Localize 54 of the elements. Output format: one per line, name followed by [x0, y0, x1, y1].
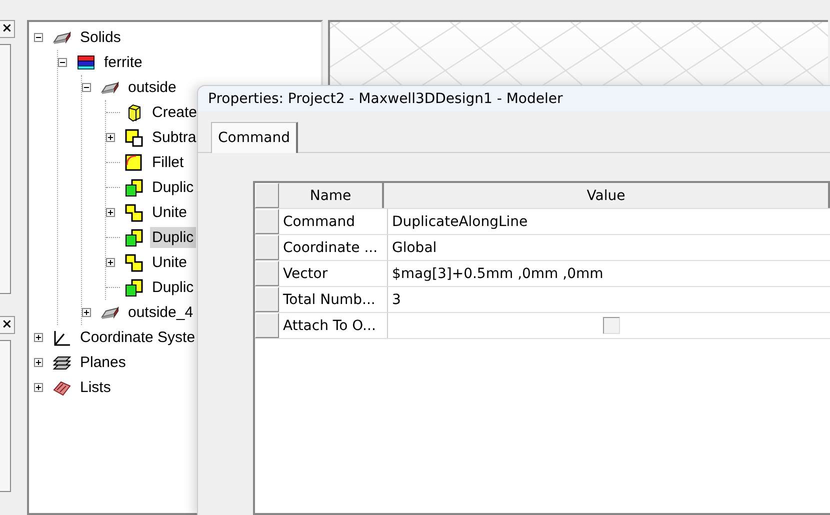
duplicate-icon — [124, 178, 144, 198]
fillet-icon — [124, 152, 144, 172]
table-cell: Coordinate ... — [279, 235, 388, 260]
checkbox[interactable] — [602, 317, 620, 334]
tree-item[interactable]: Solids — [78, 27, 123, 48]
close-button[interactable]: × — [0, 20, 15, 38]
tab[interactable]: Command — [211, 122, 298, 153]
table-cell: Total Numb... — [279, 287, 388, 312]
tree-item[interactable]: Fillet — [150, 152, 186, 173]
tree-item[interactable]: Lists — [78, 377, 113, 398]
table-cell-text: $mag[3]+0.5mm ,0mm ,0mm — [391, 264, 604, 284]
tree-item[interactable]: Planes — [78, 352, 128, 373]
expand-icon[interactable] — [106, 258, 115, 267]
expand-icon[interactable] — [34, 358, 43, 367]
table-cell: Vector — [279, 261, 388, 286]
column-header[interactable]: Name — [279, 183, 384, 208]
tree-item[interactable]: outside_4 — [126, 302, 196, 323]
row-header[interactable] — [255, 313, 279, 338]
table-cell: Attach To O... — [279, 313, 388, 338]
tree-item[interactable]: Duplic — [150, 177, 196, 198]
dialog-title: Properties: Project2 - Maxwell3DDesign1 - Modeler — [198, 86, 830, 111]
tree-item[interactable]: Create — [150, 102, 200, 123]
tree-item[interactable]: ferrite — [102, 52, 144, 73]
layers-icon — [76, 52, 96, 72]
table-cell: Command — [279, 209, 388, 234]
row-header[interactable] — [255, 235, 279, 260]
unite-icon — [124, 252, 144, 272]
close-button[interactable]: × — [0, 316, 15, 334]
table-cell-text: 3 — [391, 290, 402, 310]
expand-icon[interactable] — [106, 208, 115, 217]
tree-item[interactable]: Unite — [150, 202, 190, 223]
collapse-icon[interactable] — [34, 33, 43, 42]
table-cell-text: DuplicateAlongLine — [391, 212, 529, 232]
subtract-icon — [124, 128, 144, 148]
tree-item[interactable]: outside — [126, 77, 178, 98]
collapse-icon[interactable] — [58, 58, 67, 67]
tree-item[interactable]: Duplic — [150, 277, 196, 298]
tree-item[interactable]: Unite — [150, 252, 190, 273]
expand-icon[interactable] — [82, 308, 91, 317]
expand-icon[interactable] — [34, 333, 43, 342]
table-cell-text: Global — [391, 238, 438, 258]
expand-icon[interactable] — [34, 383, 43, 392]
row-header[interactable] — [255, 261, 279, 286]
row-header[interactable] — [255, 287, 279, 312]
unite-icon — [124, 202, 144, 222]
tree-item[interactable]: Duplic — [150, 227, 196, 248]
tree-item[interactable]: Subtra — [150, 127, 198, 148]
duplicate-icon — [124, 278, 144, 298]
collapse-icon[interactable] — [82, 83, 91, 92]
tree-item[interactable]: Coordinate Syste — [78, 327, 198, 348]
row-header[interactable] — [255, 209, 279, 234]
duplicate-icon — [124, 228, 144, 248]
column-header[interactable]: Value — [384, 183, 830, 208]
expand-icon[interactable] — [106, 133, 115, 142]
